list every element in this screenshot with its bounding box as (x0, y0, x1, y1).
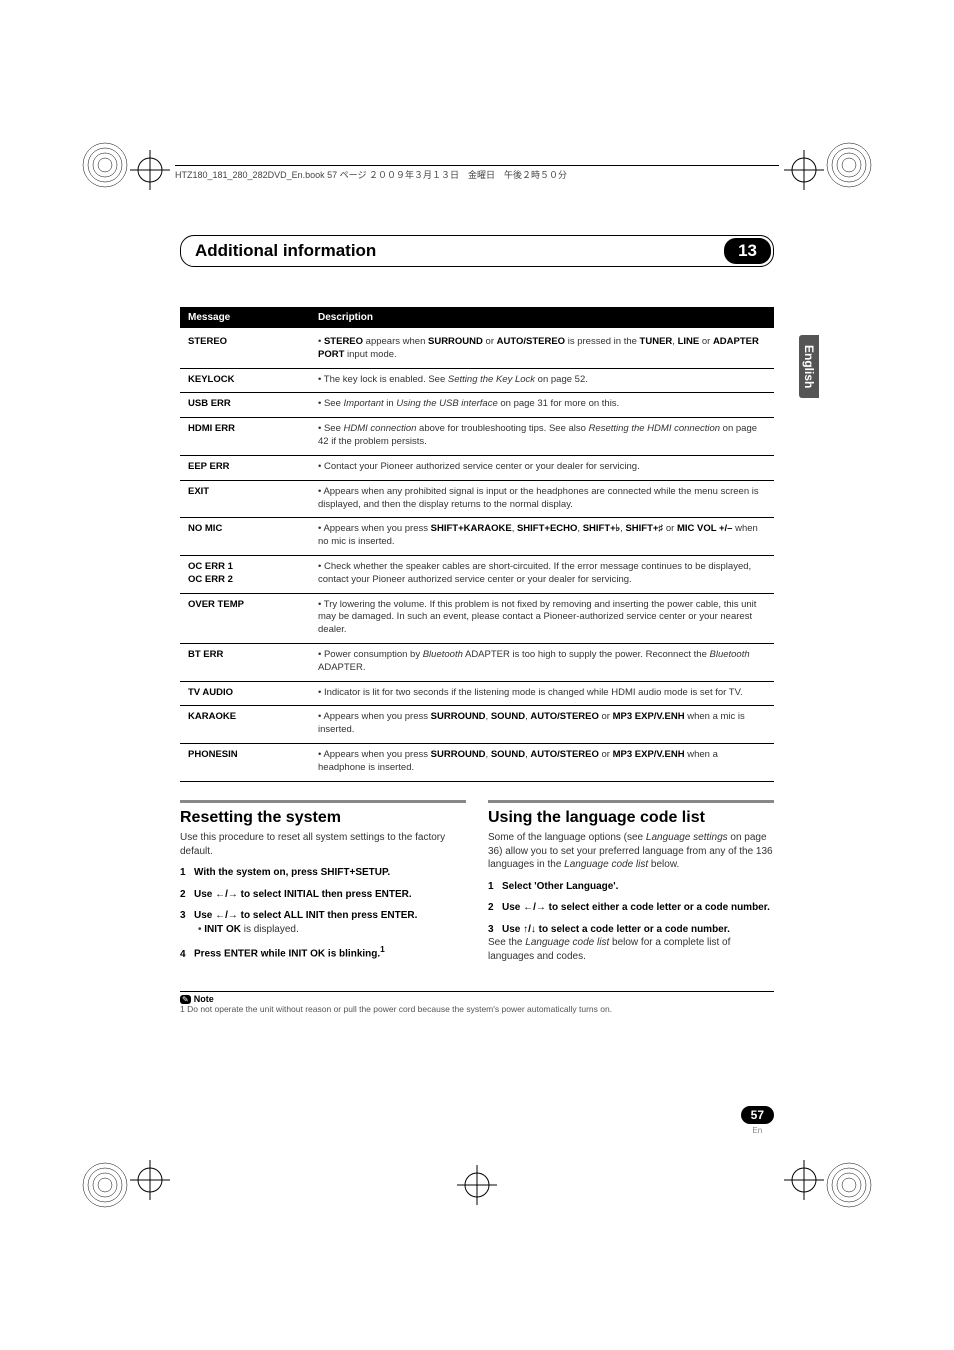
crop-mark-bl (130, 1160, 170, 1200)
table-row: HDMI ERR• See HDMI connection above for … (180, 418, 774, 456)
table-row: KEYLOCK• The key lock is enabled. See Se… (180, 368, 774, 393)
table-header-description: Description (310, 307, 774, 328)
table-header-message: Message (180, 307, 310, 328)
note-text: 1 Do not operate the unit without reason… (180, 1004, 774, 1014)
table-cell-message: OC ERR 1OC ERR 2 (180, 555, 310, 593)
note-icon: ✎ (180, 995, 191, 1004)
book-header-text: HTZ180_181_280_282DVD_En.book 57 ページ ２００… (175, 168, 567, 181)
table-cell-description: • Appears when any prohibited signal is … (310, 480, 774, 518)
crop-mark-bottom-center (457, 1165, 497, 1205)
table-cell-description: • Check whether the speaker cables are s… (310, 555, 774, 593)
table-row: EXIT• Appears when any prohibited signal… (180, 480, 774, 518)
table-row: OVER TEMP• Try lowering the volume. If t… (180, 593, 774, 643)
table-cell-message: KARAOKE (180, 706, 310, 744)
table-row: USB ERR• See Important in Using the USB … (180, 393, 774, 418)
heading-resetting: Resetting the system (180, 800, 466, 829)
page-lang: En (741, 1126, 774, 1135)
table-cell-description: • Indicator is lit for two seconds if th… (310, 681, 774, 706)
step: 2Use ←/→ to select either a code letter … (488, 901, 774, 915)
table-cell-description: • Power consumption by Bluetooth ADAPTER… (310, 644, 774, 682)
table-row: PHONESIN• Appears when you press SURROUN… (180, 744, 774, 782)
note-label: Note (194, 994, 214, 1004)
step: 3Use ←/→ to select ALL INIT then press E… (180, 909, 466, 936)
table-cell-message: EEP ERR (180, 455, 310, 480)
table-cell-message: BT ERR (180, 644, 310, 682)
chapter-header: Additional information 13 (180, 235, 774, 267)
language-intro: Some of the language options (see Langua… (488, 831, 774, 872)
table-cell-description: • See Important in Using the USB interfa… (310, 393, 774, 418)
reg-mark-tl (80, 140, 130, 190)
page-number: 57 (741, 1106, 774, 1124)
resetting-intro: Use this procedure to reset all system s… (180, 831, 466, 858)
table-cell-message: EXIT (180, 480, 310, 518)
right-column: Using the language code list Some of the… (488, 800, 774, 972)
table-row: STEREO• STEREO appears when SURROUND or … (180, 328, 774, 368)
table-cell-description: • Appears when you press SHIFT+KARAOKE, … (310, 518, 774, 556)
chapter-number: 13 (724, 238, 771, 264)
header-rule (175, 165, 779, 166)
table-cell-description: • Appears when you press SURROUND, SOUND… (310, 706, 774, 744)
table-cell-description: • Try lowering the volume. If this probl… (310, 593, 774, 643)
table-cell-message: HDMI ERR (180, 418, 310, 456)
reg-mark-bl (80, 1160, 130, 1210)
table-row: NO MIC• Appears when you press SHIFT+KAR… (180, 518, 774, 556)
reg-mark-tr (824, 140, 874, 190)
table-cell-message: PHONESIN (180, 744, 310, 782)
table-row: BT ERR• Power consumption by Bluetooth A… (180, 644, 774, 682)
table-cell-message: NO MIC (180, 518, 310, 556)
table-cell-message: OVER TEMP (180, 593, 310, 643)
table-cell-description: • Contact your Pioneer authorized servic… (310, 455, 774, 480)
table-cell-description: • Appears when you press SURROUND, SOUND… (310, 744, 774, 782)
heading-language-code: Using the language code list (488, 800, 774, 829)
table-cell-description: • See HDMI connection above for troubles… (310, 418, 774, 456)
step: 2Use ←/→ to select INITIAL then press EN… (180, 888, 466, 902)
language-tab: English (799, 335, 819, 398)
table-row: KARAOKE• Appears when you press SURROUND… (180, 706, 774, 744)
step: 1Select 'Other Language'. (488, 880, 774, 894)
step: 1With the system on, press SHIFT+SETUP. (180, 866, 466, 880)
crop-mark-tr (784, 150, 824, 190)
table-cell-message: KEYLOCK (180, 368, 310, 393)
step: 3Use ↑/↓ to select a code letter or a co… (488, 923, 774, 964)
step: 4Press ENTER while INIT OK is blinking.1 (180, 944, 466, 961)
table-row: TV AUDIO• Indicator is lit for two secon… (180, 681, 774, 706)
note-section: ✎Note 1 Do not operate the unit without … (180, 991, 774, 1014)
table-cell-description: • STEREO appears when SURROUND or AUTO/S… (310, 328, 774, 368)
table-cell-message: TV AUDIO (180, 681, 310, 706)
table-row: OC ERR 1OC ERR 2• Check whether the spea… (180, 555, 774, 593)
page-number-badge: 57 En (741, 1106, 774, 1135)
crop-mark-tl (130, 150, 170, 190)
table-row: EEP ERR• Contact your Pioneer authorized… (180, 455, 774, 480)
reg-mark-br (824, 1160, 874, 1210)
left-column: Resetting the system Use this procedure … (180, 800, 466, 972)
message-table: Message Description STEREO• STEREO appea… (180, 307, 774, 782)
table-cell-message: USB ERR (180, 393, 310, 418)
chapter-title: Additional information (183, 241, 724, 261)
table-cell-message: STEREO (180, 328, 310, 368)
table-cell-description: • The key lock is enabled. See Setting t… (310, 368, 774, 393)
crop-mark-br (784, 1160, 824, 1200)
